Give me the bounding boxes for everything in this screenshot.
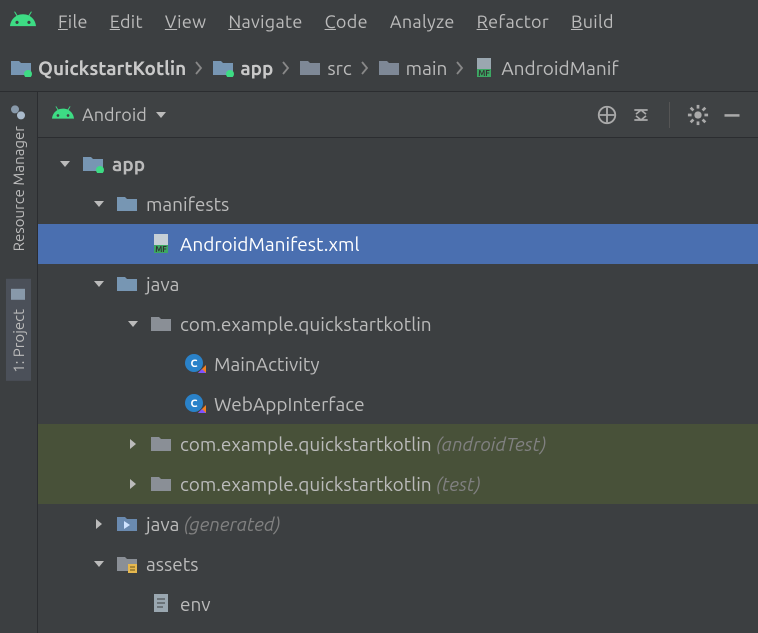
generated-folder-icon [116,515,138,533]
disclosure-expanded-icon[interactable] [90,275,108,293]
kotlin-class-icon: C [184,393,206,415]
collapse-all-icon[interactable] [629,103,653,127]
folder-icon [116,195,138,213]
divider [669,102,670,128]
tree-node-main-activity[interactable]: C MainActivity [38,344,758,384]
breadcrumb-src-label: src [327,57,351,79]
disclosure-collapsed-icon[interactable] [90,515,108,533]
android-logo-icon [10,11,36,33]
tree-node-env[interactable]: env [38,584,758,624]
kotlin-class-icon: C [184,353,206,375]
tree-node-java-generated[interactable]: java (generated) [38,504,758,544]
toolstrip-project-label: 1: Project [10,309,27,373]
menu-navigate[interactable]: Navigate [228,12,302,32]
menu-edit[interactable]: Edit [110,12,143,32]
svg-text:MF: MF [479,69,491,78]
tree-label: assets [146,553,198,575]
breadcrumb-file-label: AndroidManif [501,57,618,79]
resource-manager-icon [11,104,27,120]
chevron-right-icon [279,54,293,82]
breadcrumb-main[interactable]: main [378,57,448,79]
tree-label: java (generated) [146,513,280,535]
tree-node-manifests[interactable]: manifests [38,184,758,224]
left-toolstrip: Resource Manager 1: Project [0,92,38,633]
tree-node-java[interactable]: java [38,264,758,304]
tree-label: manifests [146,193,229,215]
breadcrumb-file[interactable]: MF AndroidManif [473,57,618,79]
toolstrip-resource-manager-label: Resource Manager [10,126,27,251]
disclosure-expanded-icon[interactable] [56,155,74,173]
tree-label: WebAppInterface [214,393,365,415]
breadcrumb-main-label: main [406,57,448,79]
disclosure-expanded-icon[interactable] [124,315,142,333]
project-tree[interactable]: app manifests MF AndroidManifest.xml jav… [38,138,758,633]
chevron-right-icon [453,54,467,82]
menu-code[interactable]: Code [325,12,368,32]
text-file-icon [150,593,172,615]
assets-folder-icon [116,555,138,573]
project-view-selector-label: Android [82,105,147,125]
menu-build[interactable]: Build [571,12,614,32]
tree-node-assets[interactable]: assets [38,544,758,584]
tree-label: com.example.quickstartkotlin (androidTes… [180,433,546,455]
tree-node-pkg-androidtest[interactable]: com.example.quickstartkotlin (androidTes… [38,424,758,464]
android-logo-icon [52,105,74,125]
svg-text:MF: MF [155,245,167,254]
tree-label: AndroidManifest.xml [180,233,359,255]
disclosure-expanded-icon[interactable] [90,195,108,213]
select-opened-file-icon[interactable] [595,103,619,127]
project-panel-header: Android [38,92,758,138]
tree-label: java [146,273,179,295]
main-menu-bar: File Edit View Navigate Code Analyze Ref… [0,0,758,44]
package-icon [150,315,172,333]
manifest-file-icon: MF [150,233,172,255]
project-view-selector[interactable]: Android [52,105,167,125]
package-icon [150,435,172,453]
tree-label: com.example.quickstartkotlin [180,313,432,335]
tree-label: MainActivity [214,353,320,375]
breadcrumb-project[interactable]: QuickstartKotlin [10,57,186,79]
minimize-icon[interactable] [720,103,744,127]
manifest-file-icon: MF [473,57,495,79]
disclosure-collapsed-icon[interactable] [124,475,142,493]
breadcrumb-module[interactable]: app [212,57,273,79]
project-folder-icon [10,59,32,77]
module-folder-icon [212,59,234,77]
chevron-right-icon [358,54,372,82]
project-panel: Android app [38,92,758,633]
gear-icon[interactable] [686,103,710,127]
toolstrip-project[interactable]: 1: Project [6,279,31,381]
module-folder-icon [82,155,104,173]
disclosure-expanded-icon[interactable] [90,555,108,573]
dropdown-triangle-icon [155,109,167,121]
project-icon [11,287,27,303]
tree-node-pkg-test[interactable]: com.example.quickstartkotlin (test) [38,464,758,504]
tree-label: env [180,593,211,615]
toolstrip-resource-manager[interactable]: Resource Manager [10,104,27,251]
tree-node-manifest-file[interactable]: MF AndroidManifest.xml [38,224,758,264]
chevron-right-icon [192,54,206,82]
menu-refactor[interactable]: Refactor [477,12,549,32]
breadcrumb-project-label: QuickstartKotlin [38,57,186,79]
svg-text:C: C [190,398,197,410]
tree-node-app[interactable]: app [38,144,758,184]
tree-label: com.example.quickstartkotlin (test) [180,473,481,495]
folder-icon [116,275,138,293]
breadcrumb-src[interactable]: src [299,57,351,79]
menu-analyze[interactable]: Analyze [390,12,455,32]
package-icon [150,475,172,493]
folder-icon [299,59,321,77]
menu-file[interactable]: File [58,12,88,32]
svg-text:C: C [190,358,197,370]
breadcrumb: QuickstartKotlin app src main MF Android… [0,44,758,92]
tree-node-pkg-main[interactable]: com.example.quickstartkotlin [38,304,758,344]
disclosure-collapsed-icon[interactable] [124,435,142,453]
folder-icon [378,59,400,77]
tree-label: app [112,153,145,175]
menu-view[interactable]: View [165,12,207,32]
breadcrumb-module-label: app [240,57,273,79]
tree-node-webapp-interface[interactable]: C WebAppInterface [38,384,758,424]
